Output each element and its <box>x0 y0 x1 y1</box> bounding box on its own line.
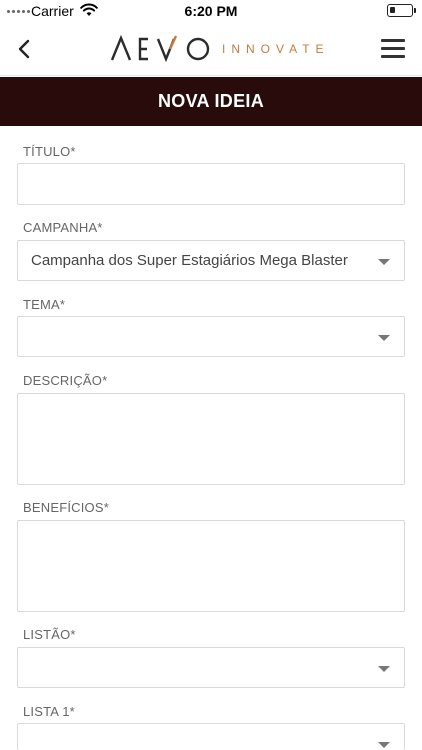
aevo-innovate-logo: INNOVATE <box>110 35 330 63</box>
campanha-value: Campanha dos Super Estagiários Mega Blas… <box>31 252 348 269</box>
nav-bar: INNOVATE <box>0 22 422 76</box>
titulo-label: TÍTULO* <box>23 144 76 159</box>
battery-icon <box>387 4 416 17</box>
descricao-label: DESCRIÇÃO* <box>23 373 108 388</box>
lista1-label: LISTA 1* <box>23 704 75 719</box>
beneficios-textarea[interactable] <box>17 520 405 612</box>
page-title-bar: NOVA IDEIA <box>0 77 422 126</box>
aevo-wordmark <box>110 35 210 63</box>
chevron-left-icon[interactable] <box>14 36 36 62</box>
chevron-down-icon <box>378 742 390 748</box>
listao-select[interactable] <box>17 647 405 688</box>
campanha-select[interactable]: Campanha dos Super Estagiários Mega Blas… <box>17 240 405 281</box>
campanha-label: CAMPANHA* <box>23 220 103 235</box>
chevron-down-icon <box>378 666 390 672</box>
tema-select[interactable] <box>17 316 405 357</box>
descricao-textarea[interactable] <box>17 393 405 485</box>
hamburger-menu-icon[interactable] <box>381 39 405 59</box>
status-bar: Carrier 6:20 PM <box>0 0 422 22</box>
beneficios-label: BENEFÍCIOS* <box>23 500 109 515</box>
chevron-down-icon <box>378 335 390 341</box>
tema-label: TEMA* <box>23 297 66 312</box>
status-time: 6:20 PM <box>184 3 238 19</box>
logo-subtitle: INNOVATE <box>222 42 330 56</box>
lista1-select[interactable] <box>17 723 405 750</box>
page-title: NOVA IDEIA <box>157 91 264 111</box>
titulo-input[interactable] <box>17 163 405 205</box>
chevron-down-icon <box>378 259 390 265</box>
listao-label: LISTÃO* <box>23 627 76 642</box>
